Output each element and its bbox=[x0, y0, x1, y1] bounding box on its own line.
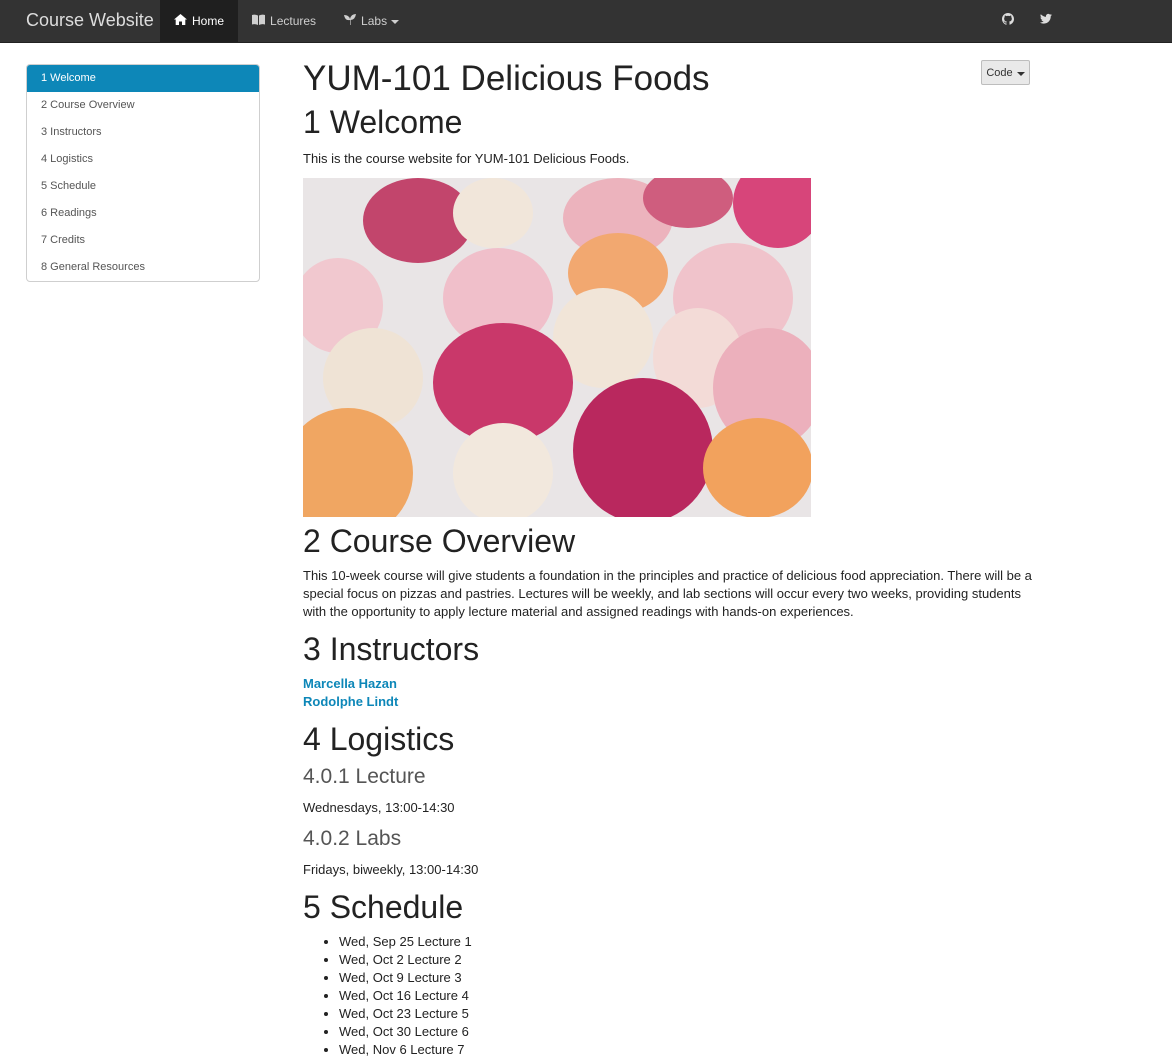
toc-item-credits[interactable]: 7 Credits bbox=[27, 227, 259, 254]
course-overview-text: This 10-week course will give students a… bbox=[303, 568, 1032, 619]
nav-labs-dropdown[interactable]: Labs bbox=[330, 0, 413, 42]
list-item: Wed, Oct 23 Lecture 5 bbox=[339, 1005, 1033, 1023]
toc-item-course-overview[interactable]: 2 Course Overview bbox=[27, 92, 259, 119]
twitter-link[interactable] bbox=[1027, 0, 1065, 42]
subheading-labs: 4.0.2 Labs bbox=[303, 827, 402, 850]
toc-sidebar: 1 Welcome 2 Course Overview 3 Instructor… bbox=[26, 64, 260, 282]
lecture-time-text: Wednesdays, 13:00-14:30 bbox=[303, 800, 455, 815]
nav-lectures-label: Lectures bbox=[270, 14, 317, 28]
schedule-list: Wed, Sep 25 Lecture 1 Wed, Oct 2 Lecture… bbox=[303, 933, 1033, 1059]
list-item: Wed, Oct 16 Lecture 4 bbox=[339, 987, 1033, 1005]
leaf-icon bbox=[344, 14, 357, 28]
section-heading-welcome: 1 Welcome bbox=[303, 104, 463, 140]
instructor-link[interactable]: Rodolphe Lindt bbox=[303, 693, 1033, 711]
nav-home[interactable]: Home bbox=[160, 0, 239, 42]
twitter-icon bbox=[1040, 12, 1052, 30]
main-nav: Home Lectures Labs bbox=[160, 0, 413, 42]
nav-lectures[interactable]: Lectures bbox=[238, 0, 330, 42]
welcome-text: This is the course website for YUM-101 D… bbox=[303, 151, 630, 166]
list-item: Wed, Oct 2 Lecture 2 bbox=[339, 951, 1033, 969]
section-heading-course-overview: 2 Course Overview bbox=[303, 523, 576, 559]
list-item: Wed, Nov 6 Lecture 7 bbox=[339, 1041, 1033, 1059]
toc-item-schedule[interactable]: 5 Schedule bbox=[27, 173, 259, 200]
instructor-link[interactable]: Marcella Hazan bbox=[303, 675, 1033, 693]
page-title: YUM-101 Delicious Foods bbox=[303, 59, 710, 98]
section-heading-schedule: 5 Schedule bbox=[303, 889, 464, 925]
section-heading-logistics: 4 Logistics bbox=[303, 721, 455, 757]
toc-item-general-resources[interactable]: 8 General Resources bbox=[27, 254, 259, 281]
nav-labs-label: Labs bbox=[361, 14, 388, 28]
nav-home-label: Home bbox=[192, 14, 225, 28]
book-icon bbox=[252, 14, 266, 28]
list-item: Wed, Sep 25 Lecture 1 bbox=[339, 933, 1033, 951]
top-navbar: Course Website Home Lectures Labs bbox=[0, 0, 1172, 43]
macarons-image bbox=[303, 178, 811, 517]
toc-item-readings[interactable]: 6 Readings bbox=[27, 200, 259, 227]
main-content: YUM-101 Delicious Foods 1 Welcome This i… bbox=[303, 58, 1033, 1059]
brand-link[interactable]: Course Website bbox=[26, 10, 154, 31]
home-icon bbox=[174, 14, 187, 28]
github-link[interactable] bbox=[989, 0, 1027, 42]
toc-item-instructors[interactable]: 3 Instructors bbox=[27, 119, 259, 146]
subheading-lecture: 4.0.1 Lecture bbox=[303, 765, 426, 788]
github-icon bbox=[1002, 12, 1014, 30]
labs-time-text: Fridays, biweekly, 13:00-14:30 bbox=[303, 862, 479, 877]
list-item: Wed, Oct 30 Lecture 6 bbox=[339, 1023, 1033, 1041]
chevron-down-icon bbox=[391, 20, 400, 24]
toc-item-welcome[interactable]: 1 Welcome bbox=[27, 65, 259, 92]
toc-item-logistics[interactable]: 4 Logistics bbox=[27, 146, 259, 173]
list-item: Wed, Oct 9 Lecture 3 bbox=[339, 969, 1033, 987]
section-heading-instructors: 3 Instructors bbox=[303, 631, 480, 667]
